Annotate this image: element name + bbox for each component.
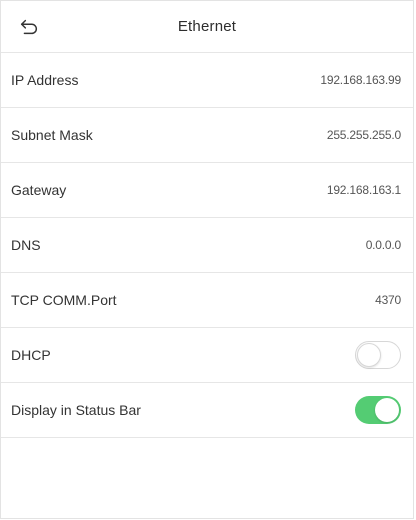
row-label: Display in Status Bar [11,402,141,418]
row-label: Subnet Mask [11,127,93,143]
row-value: 192.168.163.1 [326,183,401,197]
row-dhcp: DHCP [1,328,413,383]
row-ip-address[interactable]: IP Address 192.168.163.99 [1,53,413,108]
row-value: 4370 [375,293,401,307]
settings-list: IP Address 192.168.163.99 Subnet Mask 25… [1,53,413,438]
row-value: 192.168.163.99 [320,73,401,87]
row-label: Gateway [11,182,67,198]
page-title: Ethernet [177,18,237,35]
row-tcp-comm-port[interactable]: TCP COMM.Port 4370 [1,273,413,328]
row-label: IP Address [11,72,79,88]
header-bar: Ethernet [1,1,413,53]
row-label: DHCP [11,347,51,363]
row-dns[interactable]: DNS 0.0.0.0 [1,218,413,273]
toggle-knob [375,398,399,422]
row-value: 0.0.0.0 [365,238,402,252]
row-gateway[interactable]: Gateway 192.168.163.1 [1,163,413,218]
row-subnet-mask[interactable]: Subnet Mask 255.255.255.0 [1,108,413,163]
back-arrow-icon [20,19,37,35]
row-label: DNS [11,237,41,253]
row-display-in-status-bar: Display in Status Bar [1,383,413,438]
back-button[interactable] [15,13,43,41]
dhcp-toggle[interactable] [355,341,401,369]
row-value: 255.255.255.0 [326,128,401,142]
display-in-status-bar-toggle[interactable] [355,396,401,424]
row-label: TCP COMM.Port [11,292,117,308]
ethernet-settings-screen: Ethernet IP Address 192.168.163.99 Subne… [0,0,414,519]
toggle-knob [357,343,381,367]
